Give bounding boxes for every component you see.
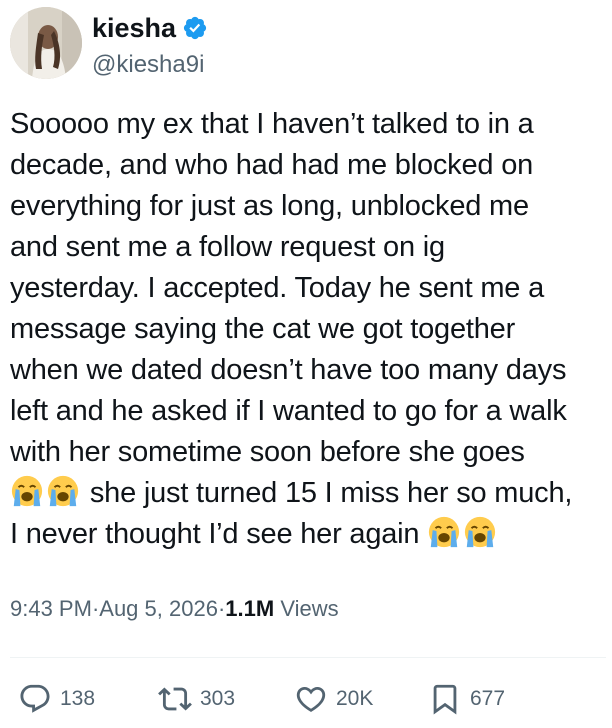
loudly-crying-face-emoji-icon (11, 475, 43, 507)
heart-icon (296, 686, 326, 712)
tweet-meta: 9:43 PM · Aug 5, 2026 · 1.1M Views (10, 594, 339, 624)
like-button[interactable]: 20K (294, 676, 373, 722)
tweet-line-text: she just turned 15 I miss her so much, (82, 477, 573, 509)
action-bar: 138 303 20K 677 (0, 676, 612, 722)
tweet-line: yesterday. I accepted. Today he sent me … (10, 272, 544, 304)
loudly-crying-face-emoji-icon (47, 475, 79, 507)
verified-badge-icon (183, 16, 207, 40)
loudly-crying-face-emoji-icon (465, 516, 496, 548)
meta-separator: · (217, 596, 226, 621)
reply-count: 138 (60, 687, 96, 710)
tweet-date[interactable]: Aug 5, 2026 (99, 594, 218, 624)
tweet-line: when we dated doesn’t have too many days (10, 354, 567, 386)
tweet-line: message saying the cat we got together (10, 313, 516, 345)
loudly-crying-face-emoji-icon (429, 516, 460, 548)
repost-button[interactable]: 303 (158, 676, 235, 722)
tweet-line: and sent me a follow request on ig (10, 231, 445, 263)
divider (10, 657, 606, 658)
author-handle[interactable]: @kiesha9i (92, 50, 204, 80)
tweet-text: Sooooo my ex that I haven’t talked to in… (10, 104, 610, 555)
tweet-line: left and he asked if I wanted to go for … (10, 395, 567, 427)
avatar-photo (10, 7, 82, 79)
like-count: 20K (336, 687, 374, 710)
avatar[interactable] (10, 7, 82, 79)
tweet-line: Sooooo my ex that I haven’t talked to in… (10, 108, 534, 140)
tweet-line: I never thought I’d see her again (10, 514, 610, 555)
tweet-line-text: I never thought I’d see her again (10, 518, 428, 550)
tweet-line: decade, and who had had me blocked on (10, 149, 534, 181)
tweet-line: with her sometime soon before she goes (10, 436, 525, 468)
tweet-time[interactable]: 9:43 PM (10, 594, 92, 624)
repost-count: 303 (200, 687, 236, 710)
reply-button[interactable]: 138 (18, 676, 95, 722)
bookmark-button[interactable]: 677 (428, 676, 505, 722)
author-name[interactable]: kiesha (92, 12, 176, 44)
reply-icon (20, 684, 50, 713)
tweet-line: she just turned 15 I miss her so much, (10, 473, 610, 514)
views-count: 1.1M (225, 596, 275, 621)
views-label: Views (280, 596, 339, 621)
bookmark-icon (433, 684, 457, 715)
repost-icon (158, 687, 192, 711)
meta-separator: · (91, 596, 100, 621)
author-name-row[interactable]: kiesha (92, 12, 208, 44)
tweet-line: everything for just as long, unblocked m… (10, 190, 529, 222)
bookmark-count: 677 (470, 687, 506, 710)
